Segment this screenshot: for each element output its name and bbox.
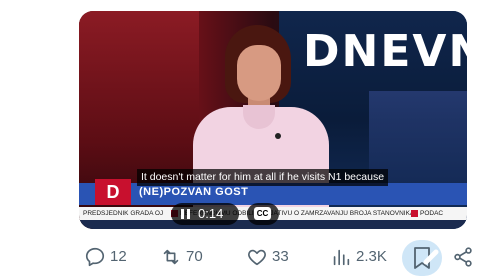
captions-button[interactable]: CC <box>247 203 279 225</box>
ticker-left: PREDSJEDNIK GRADA OJ <box>83 210 164 217</box>
views-icon <box>333 249 350 266</box>
like-button[interactable]: 33 <box>246 246 306 268</box>
ticker-right: PODAC <box>411 207 443 220</box>
like-count: 33 <box>272 248 289 265</box>
bookmark-icon <box>414 247 439 269</box>
lapel-mic <box>275 133 281 139</box>
repost-button[interactable]: 70 <box>160 246 220 268</box>
reply-button[interactable]: 12 <box>84 246 144 268</box>
video-player[interactable]: DNEVN D (NE)POZVAN GOST It doesn't matte… <box>79 11 467 229</box>
play-pause-button[interactable]: 0:14 <box>171 203 239 225</box>
reply-count: 12 <box>110 248 127 265</box>
views-count: 2.3K <box>356 248 387 265</box>
share-icon <box>454 247 472 267</box>
channel-logo: D <box>95 179 131 205</box>
lower-third-bar <box>79 183 467 205</box>
video-time: 0:14 <box>198 206 224 221</box>
subtitle-caption: It doesn't matter for him at all if he v… <box>137 169 389 186</box>
cc-icon: CC <box>254 207 271 220</box>
tweet-action-bar: 12 70 33 2.3K <box>0 240 488 276</box>
reply-icon <box>85 247 105 267</box>
channel-logo-letter: D <box>106 182 120 202</box>
repost-icon <box>163 249 179 265</box>
ticker-right-text: PODAC <box>420 210 444 217</box>
repost-count: 70 <box>186 248 203 265</box>
presenter-face <box>237 45 281 101</box>
ticker-marker-icon <box>411 209 418 217</box>
pause-icon <box>181 209 191 219</box>
bookmark-button[interactable] <box>402 240 442 276</box>
share-button[interactable] <box>452 246 476 268</box>
views-button[interactable]: 2.3K <box>330 246 400 268</box>
like-icon <box>248 249 266 266</box>
guest-label: (NE)POZVAN GOST <box>139 186 249 198</box>
